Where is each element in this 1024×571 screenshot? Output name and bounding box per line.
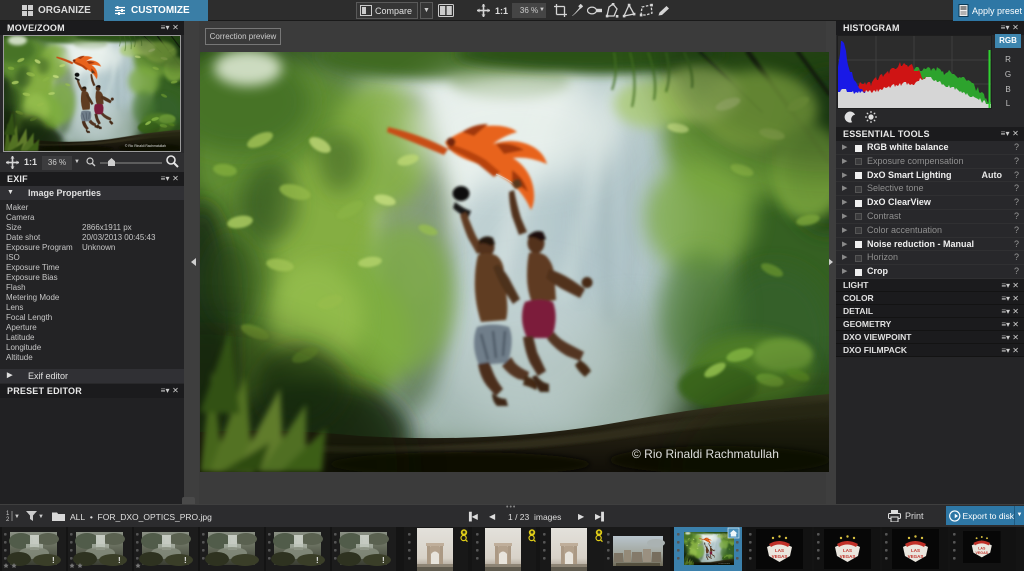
svg-text:2: 2 bbox=[6, 517, 10, 522]
